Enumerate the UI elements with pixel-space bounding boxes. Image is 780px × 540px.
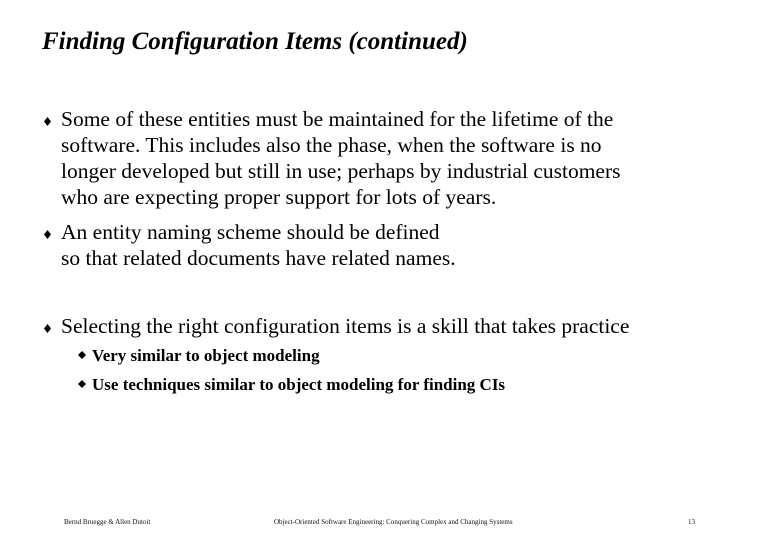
bullet-text: Some of these entities must be maintaine…: [61, 106, 621, 210]
bullet-line: so that related documents have related n…: [61, 246, 456, 270]
bullet-line: who are expecting proper support for lot…: [61, 185, 497, 209]
bullet-line: Selecting the right configuration items …: [61, 314, 630, 338]
filled-diamond-bullet-icon: [78, 351, 86, 359]
footer-authors: Bernd Bruegge & Allen Dutoit: [64, 518, 151, 526]
bullet-line: An entity naming scheme should be define…: [61, 220, 440, 244]
footer-book-title: Object-Oriented Software Engineering: Co…: [274, 518, 513, 526]
slide-title: Finding Configuration Items (continued): [42, 28, 468, 55]
diamond-bullet-icon: [44, 117, 51, 126]
sub-bullet-text: Use techniques similar to object modelin…: [92, 375, 506, 394]
page-number: 13: [688, 518, 695, 526]
bullet-text: An entity naming scheme should be define…: [61, 219, 456, 271]
bullet-line: longer developed but still in use; perha…: [61, 159, 621, 183]
bullet-line: Some of these entities must be maintaine…: [61, 107, 614, 131]
diamond-bullet-icon: [44, 230, 51, 239]
filled-diamond-bullet-icon: [78, 380, 86, 388]
bullet-text: Selecting the right configuration items …: [61, 313, 629, 339]
sub-bullet-text: Very similar to object modeling: [92, 346, 320, 365]
bullet-line: software. This includes also the phase, …: [61, 133, 602, 157]
diamond-bullet-icon: [44, 324, 51, 333]
